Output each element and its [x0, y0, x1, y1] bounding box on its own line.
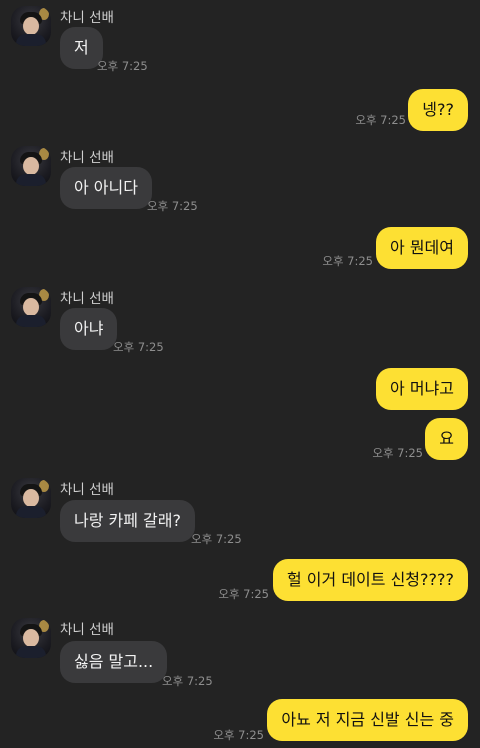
outgoing-message[interactable]: 넹?? [408, 89, 468, 131]
sender-name: 차니 선배 [60, 291, 114, 307]
sender-name: 차니 선배 [60, 10, 114, 26]
message-time: 오후 7:25 [97, 59, 148, 73]
sender-name: 차니 선배 [60, 482, 114, 498]
sender-avatar[interactable] [11, 618, 51, 658]
message-time: 오후 7:25 [218, 587, 269, 601]
message-time: 오후 7:25 [162, 674, 213, 688]
sender-avatar[interactable] [11, 478, 51, 518]
outgoing-message[interactable]: 요 [425, 418, 468, 460]
incoming-message[interactable]: 나랑 카페 갈래? [60, 500, 195, 542]
sender-avatar[interactable] [11, 146, 51, 186]
message-time: 오후 7:25 [113, 340, 164, 354]
outgoing-message[interactable]: 아뇨 저 지금 신발 신는 중 [267, 699, 468, 741]
sender-name: 차니 선배 [60, 622, 114, 638]
sender-avatar[interactable] [11, 287, 51, 327]
incoming-message[interactable]: 아냐 [60, 308, 118, 350]
message-time: 오후 7:25 [322, 254, 373, 268]
incoming-message[interactable]: 아 아니다 [60, 167, 152, 209]
message-time: 오후 7:25 [147, 199, 198, 213]
outgoing-message[interactable]: 아 머냐고 [376, 368, 468, 410]
outgoing-message[interactable]: 헐 이거 데이트 신청???? [273, 559, 468, 601]
message-time: 오후 7:25 [355, 113, 406, 127]
outgoing-message[interactable]: 아 뭔데여 [376, 227, 468, 269]
sender-avatar[interactable] [11, 6, 51, 46]
message-time: 오후 7:25 [372, 446, 423, 460]
message-time: 오후 7:25 [191, 532, 242, 546]
sender-name: 차니 선배 [60, 150, 114, 166]
message-time: 오후 7:25 [213, 728, 264, 742]
incoming-message[interactable]: 싫음 말고... [60, 641, 168, 683]
